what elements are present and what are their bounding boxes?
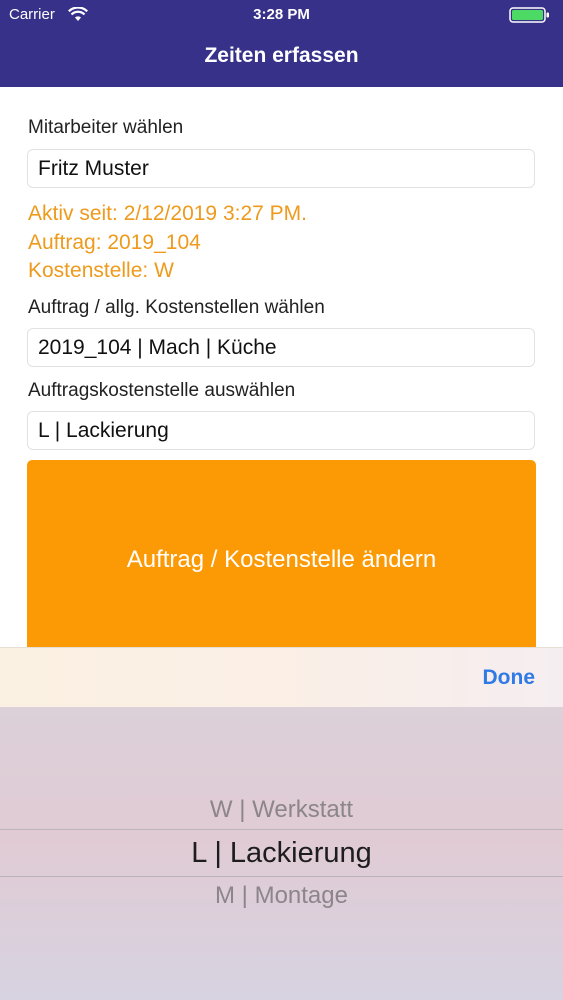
picker-toolbar: Done <box>0 647 563 708</box>
page-title: Zeiten erfassen <box>204 44 359 67</box>
cost-center-picker[interactable]: W | Werkstatt L | Lackierung M | Montage <box>0 707 563 1000</box>
top-bar: Carrier 3:28 PM Zeiten erfassen <box>0 0 563 87</box>
employee-label: Mitarbeiter wählen <box>28 117 184 138</box>
picker-option[interactable]: M | Montage <box>0 882 563 910</box>
order-field[interactable]: 2019_104 | Mach | Küche <box>27 328 535 367</box>
active-order-text: Auftrag: 2019_104 <box>28 231 201 254</box>
active-since-text: Aktiv seit: 2/12/2019 3:27 PM. <box>28 202 307 225</box>
status-time: 3:28 PM <box>253 6 310 23</box>
cost-center-label: Auftragskostenstelle auswählen <box>28 380 296 401</box>
picker-selection-top-line <box>0 829 563 830</box>
picker-selection-bottom-line <box>0 876 563 877</box>
picker-option-selected[interactable]: L | Lackierung <box>0 837 563 870</box>
employee-field[interactable]: Fritz Muster <box>27 149 535 188</box>
order-label: Auftrag / allg. Kostenstellen wählen <box>28 297 325 318</box>
active-cost-center-text: Kostenstelle: W <box>28 259 174 282</box>
picker-option[interactable]: W | Werkstatt <box>0 796 563 824</box>
change-order-button[interactable]: Auftrag / Kostenstelle ändern <box>27 460 536 660</box>
battery-icon <box>509 6 551 29</box>
done-button[interactable]: Done <box>483 666 536 690</box>
cost-center-field[interactable]: L | Lackierung <box>27 411 535 450</box>
